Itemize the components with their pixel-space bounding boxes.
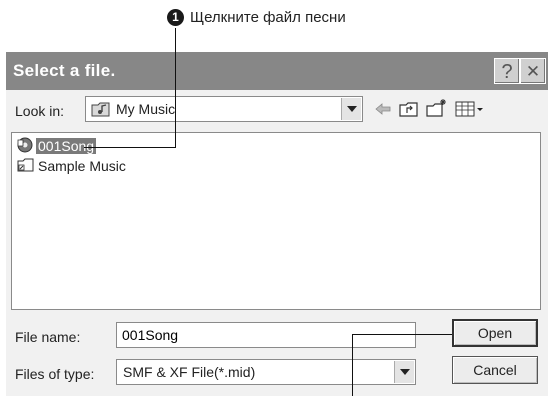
file-name-text: Sample Music (38, 158, 126, 174)
callout-annotation: 1 Щелкните файл песни (167, 6, 346, 28)
callout-text: Щелкните файл песни (190, 8, 346, 26)
open-leader-horizontal (352, 334, 452, 335)
close-button[interactable]: ✕ (520, 58, 546, 84)
files-of-type-value: SMF & XF File(*.mid) (123, 364, 256, 380)
file-name-label: File name: (15, 329, 81, 345)
help-button[interactable]: ? (494, 58, 520, 84)
chevron-down-icon[interactable] (394, 361, 414, 383)
cancel-button[interactable]: Cancel (452, 356, 538, 384)
new-folder-icon[interactable] (426, 97, 448, 119)
step-number-badge: 1 (167, 8, 184, 26)
look-in-label: Look in: (15, 103, 65, 119)
chevron-down-icon[interactable] (341, 98, 361, 120)
files-of-type-label: Files of type: (15, 366, 95, 382)
folder-shortcut-icon (17, 157, 35, 175)
file-list[interactable]: 001Song Sample Music (11, 132, 541, 310)
my-music-folder-icon (91, 100, 111, 121)
open-button[interactable]: Open (452, 319, 538, 347)
callout-leader-vertical (175, 28, 176, 147)
look-in-value: My Music (116, 101, 176, 117)
audio-file-icon (17, 137, 33, 156)
files-of-type-dropdown[interactable]: SMF & XF File(*.mid) (116, 359, 416, 385)
back-arrow-icon[interactable] (372, 98, 394, 120)
look-in-dropdown[interactable]: My Music (85, 96, 363, 122)
open-leader-vertical (352, 334, 353, 396)
file-name-text: 001Song (36, 138, 97, 154)
list-item-sample-music[interactable]: Sample Music (17, 157, 126, 175)
callout-leader-horizontal (84, 147, 176, 148)
title-bar: Select a file. ? ✕ (6, 52, 548, 90)
file-name-field[interactable] (116, 322, 416, 348)
file-dialog: Select a file. ? ✕ Look in: My Music 001… (6, 52, 548, 396)
view-menu-icon[interactable] (454, 98, 486, 120)
up-folder-icon[interactable] (398, 98, 420, 120)
list-item-001song[interactable]: 001Song (17, 137, 97, 156)
dialog-title: Select a file. (13, 61, 116, 80)
